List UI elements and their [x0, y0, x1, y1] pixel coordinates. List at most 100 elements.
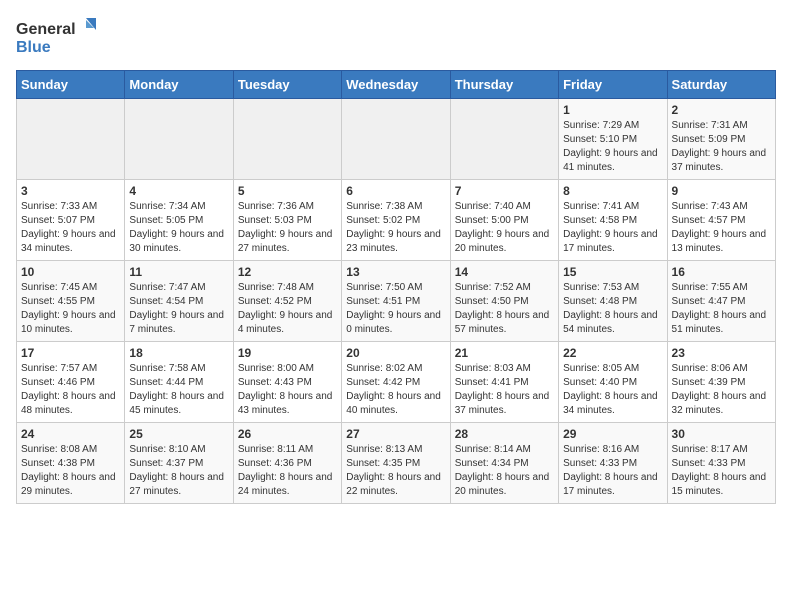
day-number: 14: [455, 265, 554, 279]
day-number: 25: [129, 427, 228, 441]
day-number: 19: [238, 346, 337, 360]
day-cell: [233, 99, 341, 180]
day-cell: 8Sunrise: 7:41 AM Sunset: 4:58 PM Daylig…: [559, 180, 667, 261]
day-cell: 23 Sunrise: 8:06 AM Sunset: 4:39 PM Dayli…: [667, 342, 775, 423]
day-info: Sunrise: 7:38 AM Sunset: 5:02 PM Dayligh…: [346, 200, 445, 256]
day-number: 22: [563, 346, 662, 360]
day-number: 1: [563, 103, 662, 117]
day-info: Sunrise: 8:17 AM Sunset: 4:33 PM Dayligh…: [672, 443, 771, 499]
day-number: 17: [21, 346, 120, 360]
day-info: Sunrise: 7:43 AM Sunset: 4:57 PM Dayligh…: [672, 200, 771, 256]
day-number: 10: [21, 265, 120, 279]
day-info: Sunrise: 8:13 AM Sunset: 4:35 PM Dayligh…: [346, 443, 445, 499]
day-number: 21: [455, 346, 554, 360]
day-number: 5: [238, 184, 337, 198]
day-number: 24: [21, 427, 120, 441]
svg-text:Blue: Blue: [16, 39, 51, 56]
day-info: Sunrise: 7:34 AM Sunset: 5:05 PM Dayligh…: [129, 200, 228, 256]
day-info: Sunrise: 7:40 AM Sunset: 5:00 PM Dayligh…: [455, 200, 554, 256]
day-cell: 15 Sunrise: 7:53 AM Sunset: 4:48 PM Dayli…: [559, 261, 667, 342]
day-cell: 18 Sunrise: 7:58 AM Sunset: 4:44 PM Dayli…: [125, 342, 233, 423]
day-number: 26: [238, 427, 337, 441]
weekday-header-sunday: Sunday: [17, 71, 125, 99]
day-cell: 30 Sunrise: 8:17 AM Sunset: 4:33 PM Dayli…: [667, 423, 775, 504]
day-number: 27: [346, 427, 445, 441]
day-info: Sunrise: 7:31 AM Sunset: 5:09 PM Dayligh…: [672, 119, 771, 175]
weekday-header-tuesday: Tuesday: [233, 71, 341, 99]
day-number: 2: [672, 103, 771, 117]
calendar-table: SundayMondayTuesdayWednesdayThursdayFrid…: [16, 70, 776, 504]
weekday-header-row: SundayMondayTuesdayWednesdayThursdayFrid…: [17, 71, 776, 99]
day-number: 13: [346, 265, 445, 279]
day-cell: 2 Sunrise: 7:31 AM Sunset: 5:09 PM Daylig…: [667, 99, 775, 180]
week-row-4: 17 Sunrise: 7:57 AM Sunset: 4:46 PM Dayli…: [17, 342, 776, 423]
day-number: 15: [563, 265, 662, 279]
week-row-5: 24 Sunrise: 8:08 AM Sunset: 4:38 PM Dayli…: [17, 423, 776, 504]
day-cell: 17 Sunrise: 7:57 AM Sunset: 4:46 PM Dayli…: [17, 342, 125, 423]
week-row-2: 3Sunrise: 7:33 AM Sunset: 5:07 PM Daylig…: [17, 180, 776, 261]
day-info: Sunrise: 8:14 AM Sunset: 4:34 PM Dayligh…: [455, 443, 554, 499]
day-cell: 1 Sunrise: 7:29 AM Sunset: 5:10 PM Daylig…: [559, 99, 667, 180]
day-info: Sunrise: 7:36 AM Sunset: 5:03 PM Dayligh…: [238, 200, 337, 256]
day-info: Sunrise: 8:03 AM Sunset: 4:41 PM Dayligh…: [455, 362, 554, 418]
day-info: Sunrise: 8:08 AM Sunset: 4:38 PM Dayligh…: [21, 443, 120, 499]
day-cell: [450, 99, 558, 180]
day-number: 28: [455, 427, 554, 441]
day-info: Sunrise: 7:47 AM Sunset: 4:54 PM Dayligh…: [129, 281, 228, 337]
day-number: 23: [672, 346, 771, 360]
day-number: 12: [238, 265, 337, 279]
day-cell: 16Sunrise: 7:55 AM Sunset: 4:47 PM Dayli…: [667, 261, 775, 342]
day-info: Sunrise: 7:29 AM Sunset: 5:10 PM Dayligh…: [563, 119, 662, 175]
day-number: 6: [346, 184, 445, 198]
day-cell: 6 Sunrise: 7:38 AM Sunset: 5:02 PM Daylig…: [342, 180, 450, 261]
day-cell: 21 Sunrise: 8:03 AM Sunset: 4:41 PM Dayli…: [450, 342, 558, 423]
day-cell: 13Sunrise: 7:50 AM Sunset: 4:51 PM Dayli…: [342, 261, 450, 342]
day-cell: 27 Sunrise: 8:13 AM Sunset: 4:35 PM Dayli…: [342, 423, 450, 504]
day-cell: 5 Sunrise: 7:36 AM Sunset: 5:03 PM Daylig…: [233, 180, 341, 261]
day-number: 30: [672, 427, 771, 441]
day-info: Sunrise: 7:57 AM Sunset: 4:46 PM Dayligh…: [21, 362, 120, 418]
day-number: 16: [672, 265, 771, 279]
day-info: Sunrise: 7:52 AM Sunset: 4:50 PM Dayligh…: [455, 281, 554, 337]
day-number: 18: [129, 346, 228, 360]
logo: GeneralBlue: [16, 16, 106, 58]
day-cell: 29 Sunrise: 8:16 AM Sunset: 4:33 PM Dayli…: [559, 423, 667, 504]
day-cell: 12 Sunrise: 7:48 AM Sunset: 4:52 PM Dayli…: [233, 261, 341, 342]
day-cell: 28 Sunrise: 8:14 AM Sunset: 4:34 PM Dayli…: [450, 423, 558, 504]
week-row-1: 1 Sunrise: 7:29 AM Sunset: 5:10 PM Daylig…: [17, 99, 776, 180]
day-number: 4: [129, 184, 228, 198]
header: GeneralBlue: [16, 16, 776, 58]
day-info: Sunrise: 8:06 AM Sunset: 4:39 PM Dayligh…: [672, 362, 771, 418]
day-cell: 14 Sunrise: 7:52 AM Sunset: 4:50 PM Dayli…: [450, 261, 558, 342]
day-info: Sunrise: 8:02 AM Sunset: 4:42 PM Dayligh…: [346, 362, 445, 418]
day-info: Sunrise: 7:58 AM Sunset: 4:44 PM Dayligh…: [129, 362, 228, 418]
day-info: Sunrise: 7:48 AM Sunset: 4:52 PM Dayligh…: [238, 281, 337, 337]
day-cell: [342, 99, 450, 180]
day-info: Sunrise: 8:11 AM Sunset: 4:36 PM Dayligh…: [238, 443, 337, 499]
day-number: 29: [563, 427, 662, 441]
day-number: 11: [129, 265, 228, 279]
week-row-3: 10 Sunrise: 7:45 AM Sunset: 4:55 PM Dayli…: [17, 261, 776, 342]
day-info: Sunrise: 7:45 AM Sunset: 4:55 PM Dayligh…: [21, 281, 120, 337]
day-cell: 7 Sunrise: 7:40 AM Sunset: 5:00 PM Daylig…: [450, 180, 558, 261]
day-cell: [17, 99, 125, 180]
day-number: 7: [455, 184, 554, 198]
weekday-header-wednesday: Wednesday: [342, 71, 450, 99]
day-cell: 19 Sunrise: 8:00 AM Sunset: 4:43 PM Dayli…: [233, 342, 341, 423]
day-cell: 22 Sunrise: 8:05 AM Sunset: 4:40 PM Dayli…: [559, 342, 667, 423]
day-cell: 3Sunrise: 7:33 AM Sunset: 5:07 PM Daylig…: [17, 180, 125, 261]
day-info: Sunrise: 8:05 AM Sunset: 4:40 PM Dayligh…: [563, 362, 662, 418]
day-info: Sunrise: 7:33 AM Sunset: 5:07 PM Dayligh…: [21, 200, 120, 256]
day-number: 8: [563, 184, 662, 198]
weekday-header-saturday: Saturday: [667, 71, 775, 99]
weekday-header-thursday: Thursday: [450, 71, 558, 99]
day-info: Sunrise: 8:10 AM Sunset: 4:37 PM Dayligh…: [129, 443, 228, 499]
day-cell: 26 Sunrise: 8:11 AM Sunset: 4:36 PM Dayli…: [233, 423, 341, 504]
day-cell: [125, 99, 233, 180]
day-info: Sunrise: 7:53 AM Sunset: 4:48 PM Dayligh…: [563, 281, 662, 337]
day-cell: 11 Sunrise: 7:47 AM Sunset: 4:54 PM Dayli…: [125, 261, 233, 342]
day-info: Sunrise: 8:16 AM Sunset: 4:33 PM Dayligh…: [563, 443, 662, 499]
day-cell: 10 Sunrise: 7:45 AM Sunset: 4:55 PM Dayli…: [17, 261, 125, 342]
day-info: Sunrise: 8:00 AM Sunset: 4:43 PM Dayligh…: [238, 362, 337, 418]
day-number: 9: [672, 184, 771, 198]
